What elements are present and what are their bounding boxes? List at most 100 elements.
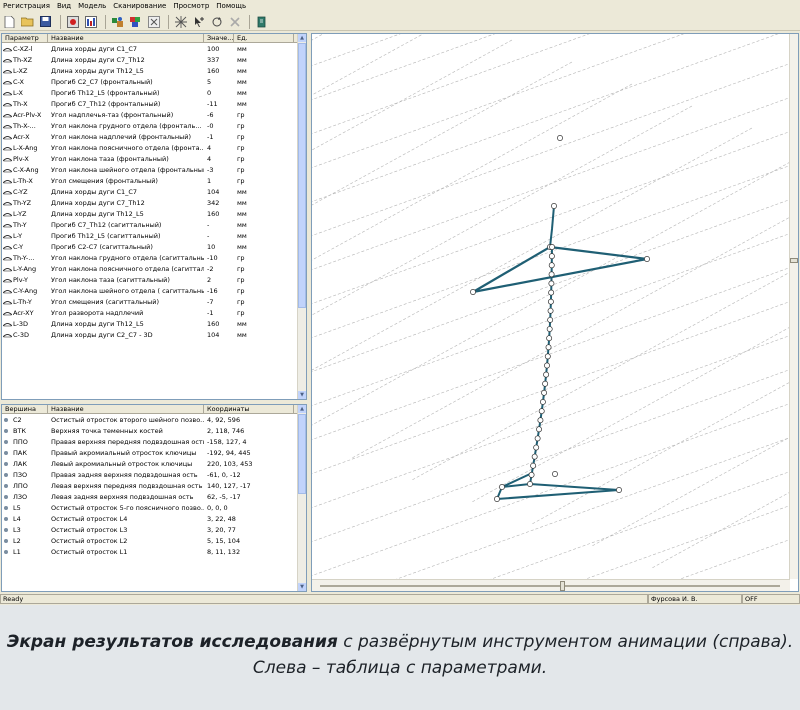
table-row[interactable]: L-Y Прогиб Th12_L5 (сагиттальный) - мм (2, 230, 306, 241)
table-row[interactable]: L3 Остистый отросток L3 3, 20, 77 (2, 524, 306, 535)
menu-item-2[interactable]: Модель (78, 2, 106, 10)
table-row[interactable]: ЛПО Левая верхняя передняя подвздошная ос… (2, 480, 306, 491)
column-header-name[interactable]: Название (48, 34, 204, 42)
table-row[interactable]: ВТК Верхняя точка теменных костей 2, 118, … (2, 425, 306, 436)
column-header-vertex[interactable]: Вершина (2, 405, 48, 413)
delete-icon[interactable] (227, 14, 242, 29)
parameter-code-cell: Th-X-... (2, 122, 48, 130)
table-row[interactable]: L2 Остистый отросток L2 5, 15, 104 (2, 535, 306, 546)
table-row[interactable]: C-X-Ang Угол наклона шейного отдела (фрон… (2, 164, 306, 175)
table-row[interactable]: ЛЗО Левая задняя верхняя подвздошная ость… (2, 491, 306, 502)
view-vertical-scrollbar[interactable] (789, 34, 798, 579)
parameter-value: -1 (207, 132, 214, 141)
spine-param-icon (3, 135, 12, 139)
table-row[interactable]: C2 Остистый отросток второго шейного позв… (2, 414, 306, 425)
parameter-unit: гр (237, 264, 245, 273)
table-row[interactable]: L-Th-X Угол смещения (фронтальный) 1 гр (2, 175, 306, 186)
table-row[interactable]: C-3D Длина хорды дуги C2_C7 - 3D 104 мм (2, 329, 306, 340)
save-icon[interactable] (38, 14, 53, 29)
scroll-up-icon[interactable]: ▲ (298, 34, 306, 42)
table-row[interactable]: ПЗО Правая задняя верхняя подвздошная ост… (2, 469, 306, 480)
table-row[interactable]: C-X Прогиб C2_C7 (фронтальный) 5 мм (2, 76, 306, 87)
grid-icon[interactable] (173, 14, 188, 29)
scroll-thumb[interactable] (298, 43, 306, 308)
menu-item-3[interactable]: Сканирование (113, 2, 166, 10)
table-row[interactable]: L4 Остистый отросток L4 3, 22, 48 (2, 513, 306, 524)
chart-icon[interactable] (83, 14, 98, 29)
table-row[interactable]: Acr-XY Угол разворота надплечий -1 гр (2, 307, 306, 318)
scroll-thumb[interactable] (298, 414, 306, 494)
view-vertical-slider-thumb[interactable] (790, 258, 798, 263)
settings-icon[interactable] (146, 14, 161, 29)
parameter-code-cell: C-XZ-l (2, 45, 48, 53)
rotate-icon[interactable] (209, 14, 224, 29)
parameter-value: -0 (207, 121, 214, 130)
scroll-down-icon[interactable]: ▼ (298, 583, 306, 591)
table-row[interactable]: Th-YZ Длина хорды дуги C7_Th12 342 мм (2, 197, 306, 208)
vertex-code-cell: L4 (2, 515, 48, 523)
table-row[interactable]: Th-Y-... Угол наклона грудного отдела (са… (2, 252, 306, 263)
table-row[interactable]: ППО Правая верхняя передняя подвздошная о… (2, 436, 306, 447)
parameter-unit: мм (237, 99, 247, 108)
color-model-icon[interactable] (128, 14, 143, 29)
table-row[interactable]: Acr-X Угол наклона надплечий (фронтальный… (2, 131, 306, 142)
table-row[interactable]: ПАК Правый акромиальный отросток ключицы -… (2, 447, 306, 458)
spine-param-icon (3, 47, 12, 51)
joint-marker (547, 316, 554, 323)
table-row[interactable]: Th-X Прогиб C7_Th12 (фронтальный) -11 мм (2, 98, 306, 109)
column-header-vertex-name[interactable]: Название (48, 405, 204, 413)
vertex-code: ПЗО (13, 470, 28, 479)
table-row[interactable]: L-YZ Длина хорды дуги Th12_L5 160 мм (2, 208, 306, 219)
animation-3d-view[interactable] (311, 33, 799, 592)
animation-timeline-slider[interactable] (312, 579, 790, 591)
menu-item-1[interactable]: Вид (57, 2, 71, 10)
table-row[interactable]: C-XZ-l Длина хорды дуги C1_C7 100 мм (2, 43, 306, 54)
model-icon[interactable] (110, 14, 125, 29)
spine-3d-scene[interactable] (312, 34, 790, 579)
joint-marker (543, 371, 550, 378)
table-row[interactable]: L-X Прогиб Th12_L5 (фронтальный) 0 мм (2, 87, 306, 98)
record-icon[interactable] (65, 14, 80, 29)
table-row[interactable]: Th-X-... Угол наклона грудного отдела (фр… (2, 120, 306, 131)
vertices-scrollbar[interactable]: ▲ ▼ (297, 405, 306, 591)
table-row[interactable]: Plv-Y Угол наклона таза (сагиттальный) 2 гр (2, 274, 306, 285)
table-row[interactable]: L-X-Ang Угол наклона поясничного отдела (… (2, 142, 306, 153)
parameter-value: 160 (207, 319, 220, 328)
add-point-icon[interactable] (191, 14, 206, 29)
table-row[interactable]: C-Y-Ang Угол наклона шейного отдела ( саг… (2, 285, 306, 296)
grid-line (679, 539, 790, 579)
table-row[interactable]: L-Th-Y Угол смещения (сагиттальный) -7 гр (2, 296, 306, 307)
new-file-icon[interactable] (2, 14, 17, 29)
table-row[interactable]: L-XZ Длина хорды дуги Th12_L5 160 мм (2, 65, 306, 76)
table-row[interactable]: Acr-Plv-X Угол надплечья-таз (фронтальный… (2, 109, 306, 120)
parameters-scrollbar[interactable]: ▲ ▼ (297, 34, 306, 399)
table-row[interactable]: Plv-X Угол наклона таза (фронтальный) 4 гр (2, 153, 306, 164)
table-row[interactable]: Th-Y Прогиб C7_Th12 (сагиттальный) - мм (2, 219, 306, 230)
table-row[interactable]: C-YZ Длина хорды дуги C1_C7 104 мм (2, 186, 306, 197)
menu-item-0[interactable]: Регистрация (3, 2, 50, 10)
scroll-up-icon[interactable]: ▲ (298, 405, 306, 413)
scroll-down-icon[interactable]: ▼ (298, 391, 306, 399)
grid-line (396, 437, 790, 579)
spine-param-icon (3, 179, 12, 183)
caption-line-2: Слева – таблица с параметрами. (252, 658, 548, 678)
table-row[interactable]: L-Y-Ang Угол наклона поясничного отдела (… (2, 263, 306, 274)
table-row[interactable]: Th-XZ Длина хорды дуги C7_Th12 337 мм (2, 54, 306, 65)
column-header-parameter[interactable]: Параметр (2, 34, 48, 42)
slider-thumb[interactable] (560, 581, 565, 591)
menu-item-5[interactable]: Помощь (216, 2, 246, 10)
joint-marker (547, 298, 554, 305)
open-folder-icon[interactable] (20, 14, 35, 29)
column-header-value[interactable]: Значе... (204, 34, 234, 42)
table-row[interactable]: L1 Остистый отросток L1 8, 11, 132 (2, 546, 306, 557)
table-row[interactable]: C-Y Прогиб C2-C7 (сагиттальный) 10 мм (2, 241, 306, 252)
column-header-coordinates[interactable]: Координаты (204, 405, 294, 413)
table-row[interactable]: L5 Остистый отросток 5-го поясничного поз… (2, 502, 306, 513)
joint-marker (531, 453, 538, 460)
table-row[interactable]: ЛАК Левый акромиальный отросток ключицы 22… (2, 458, 306, 469)
column-header-unit[interactable]: Ед. (234, 34, 294, 42)
vertex-coordinates: 4, 92, 596 (207, 415, 241, 424)
export-icon[interactable] (254, 14, 269, 29)
menu-item-4[interactable]: Просмотр (173, 2, 209, 10)
table-row[interactable]: L-3D Длина хорды дуги Th12_L5 160 мм (2, 318, 306, 329)
